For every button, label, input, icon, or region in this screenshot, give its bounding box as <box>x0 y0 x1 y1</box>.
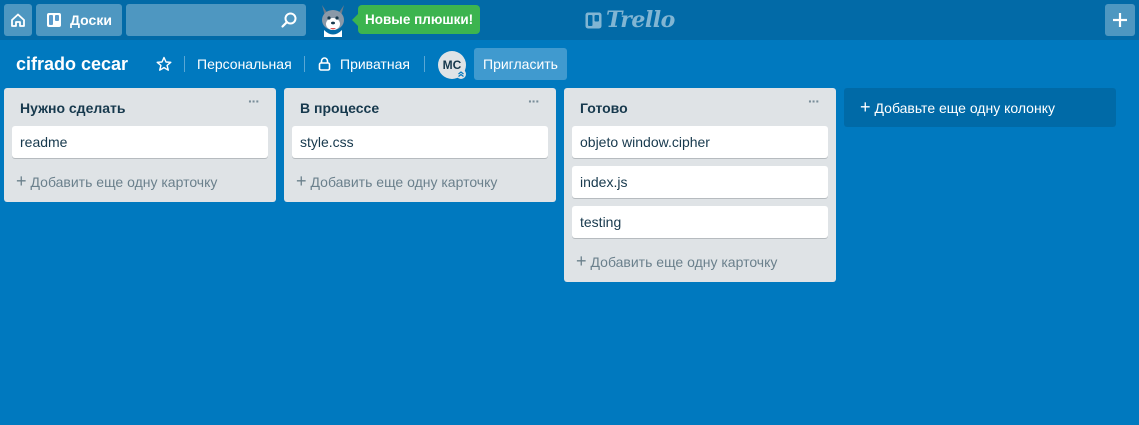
taco-mascot-icon[interactable] <box>314 1 352 39</box>
home-icon <box>11 13 25 27</box>
trello-logo-icon <box>585 12 602 28</box>
add-card-label: Добавить еще одну карточку <box>310 174 498 190</box>
boards-button[interactable]: Доски <box>36 4 122 36</box>
add-card-label: Добавить еще одну карточку <box>590 254 778 270</box>
list-title[interactable]: Нужно сделать <box>20 100 126 116</box>
search-field[interactable] <box>126 4 306 36</box>
plus-icon: + <box>576 251 587 271</box>
search-input[interactable] <box>126 4 306 36</box>
trello-logo[interactable]: Trello <box>585 7 675 33</box>
star-icon[interactable] <box>156 56 172 72</box>
board-header: cifrado cecar Персональная Приватная MC … <box>0 40 1139 88</box>
search-icon[interactable] <box>280 11 298 29</box>
card[interactable]: readme <box>12 126 268 158</box>
add-card-button[interactable]: + Добавить еще одну карточку <box>4 166 276 202</box>
admin-chevron-icon <box>456 69 466 79</box>
card[interactable]: objeto window.cipher <box>572 126 828 158</box>
add-card-button[interactable]: + Добавить еще одну карточку <box>284 166 556 202</box>
team-button[interactable]: Персональная <box>197 56 292 72</box>
plus-icon: + <box>860 97 871 117</box>
divider <box>304 56 305 72</box>
boards-icon <box>47 13 62 27</box>
divider <box>424 56 425 72</box>
board-title[interactable]: cifrado cecar <box>16 54 128 75</box>
create-button[interactable] <box>1105 4 1135 36</box>
boards-label: Доски <box>70 12 112 28</box>
list-header[interactable]: В процессе ··· <box>284 88 556 126</box>
list-in-progress: В процессе ··· style.css + Добавить еще … <box>284 88 556 202</box>
add-list-button[interactable]: + Добавьте еще одну колонку <box>844 88 1116 127</box>
add-list-label: Добавьте еще одну колонку <box>874 100 1055 116</box>
list-todo: Нужно сделать ··· readme + Добавить еще … <box>4 88 276 202</box>
divider <box>184 56 185 72</box>
list-done: Готово ··· objeto window.cipher index.js… <box>564 88 836 282</box>
list-menu-icon[interactable]: ··· <box>528 94 544 112</box>
list-header[interactable]: Нужно сделать ··· <box>4 88 276 126</box>
plus-icon <box>1113 13 1127 27</box>
plus-icon: + <box>16 171 27 191</box>
list-header[interactable]: Готово ··· <box>564 88 836 126</box>
whats-new-badge[interactable]: Новые плюшки! <box>351 5 481 34</box>
list-menu-icon[interactable]: ··· <box>808 94 824 112</box>
list-title[interactable]: Готово <box>580 100 628 116</box>
list-menu-icon[interactable]: ··· <box>248 94 264 112</box>
card[interactable]: index.js <box>572 166 828 198</box>
plus-icon: + <box>296 171 307 191</box>
invite-button[interactable]: Пригласить <box>474 48 567 80</box>
home-button[interactable] <box>4 4 32 36</box>
logo-text: Trello <box>606 7 675 33</box>
card[interactable]: style.css <box>292 126 548 158</box>
whats-new-label: Новые плюшки! <box>365 12 474 27</box>
lock-icon <box>318 57 331 71</box>
visibility-button[interactable]: Приватная <box>340 56 410 72</box>
top-header: Доски Новые плюшки! Trello <box>0 0 1139 40</box>
add-card-label: Добавить еще одну карточку <box>30 174 218 190</box>
list-title[interactable]: В процессе <box>300 100 379 116</box>
card[interactable]: testing <box>572 206 828 238</box>
add-card-button[interactable]: + Добавить еще одну карточку <box>564 246 836 282</box>
